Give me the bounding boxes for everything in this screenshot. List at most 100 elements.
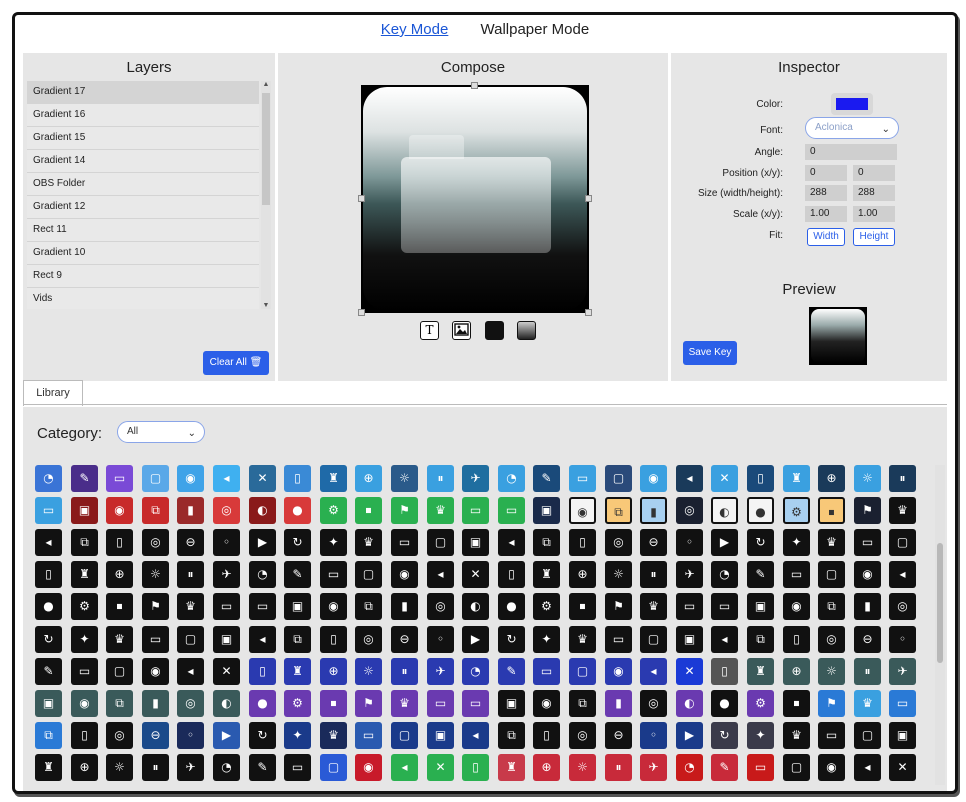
library-icon-tile[interactable]: ● xyxy=(284,497,311,524)
resize-handle[interactable] xyxy=(471,82,478,89)
library-icon-tile[interactable]: ✈ xyxy=(427,658,454,685)
library-icon-tile[interactable]: ▭ xyxy=(213,593,240,620)
size-width-input[interactable]: 288 xyxy=(805,185,847,201)
library-icon-tile[interactable]: ▢ xyxy=(391,722,418,749)
library-icon-tile[interactable]: ⧉ xyxy=(35,722,62,749)
library-icon-tile[interactable]: ♜ xyxy=(783,465,810,492)
library-icon-tile[interactable]: ⏸ xyxy=(427,465,454,492)
gradient-fill-tool-icon[interactable] xyxy=(517,321,537,340)
library-icon-tile[interactable]: ◂ xyxy=(711,626,738,653)
library-icon-tile[interactable]: ♛ xyxy=(854,690,881,717)
library-icon-tile[interactable]: ◎ xyxy=(640,690,667,717)
library-icon-tile[interactable]: ✈ xyxy=(676,561,703,588)
library-icon-tile[interactable]: ♛ xyxy=(106,626,133,653)
library-icon-tile[interactable]: ♛ xyxy=(391,690,418,717)
library-icon-tile[interactable]: ⊕ xyxy=(569,561,596,588)
solid-fill-tool-icon[interactable] xyxy=(484,321,504,340)
library-icon-tile[interactable]: ◐ xyxy=(462,593,489,620)
library-icon-tile[interactable]: ▯ xyxy=(498,561,525,588)
library-icon-tile[interactable]: ⚙ xyxy=(71,593,98,620)
library-icon-tile[interactable]: ♛ xyxy=(889,497,916,524)
library-icon-tile[interactable]: ▯ xyxy=(71,722,98,749)
library-icon-tile[interactable]: ◂ xyxy=(640,658,667,685)
library-icon-tile[interactable]: ▯ xyxy=(462,754,489,781)
library-icon-tile[interactable]: ◦ xyxy=(177,722,204,749)
library-icon-tile[interactable]: ▯ xyxy=(711,658,738,685)
library-icon-tile[interactable]: ▢ xyxy=(605,465,632,492)
library-icon-tile[interactable]: ▯ xyxy=(106,529,133,556)
library-icon-tile[interactable]: ☼ xyxy=(854,465,881,492)
library-icon-tile[interactable]: ▢ xyxy=(106,658,133,685)
library-icon-tile[interactable]: ✕ xyxy=(462,561,489,588)
library-icon-tile[interactable]: ✦ xyxy=(783,529,810,556)
library-icon-tile[interactable]: ▣ xyxy=(35,690,62,717)
library-icon-tile[interactable]: ● xyxy=(249,690,276,717)
library-icon-tile[interactable]: ▯ xyxy=(569,529,596,556)
layer-item[interactable]: Gradient 10 xyxy=(27,242,259,265)
library-icon-tile[interactable]: ▣ xyxy=(462,529,489,556)
category-select[interactable]: All ⌄ xyxy=(117,421,205,443)
library-icon-tile[interactable]: ⚑ xyxy=(355,690,382,717)
clear-all-button[interactable]: Clear All 🗑 xyxy=(203,351,269,375)
library-icon-tile[interactable]: ▢ xyxy=(783,754,810,781)
library-icon-tile[interactable]: ◎ xyxy=(676,497,703,524)
library-icon-tile[interactable]: ✎ xyxy=(35,658,62,685)
library-icon-tile[interactable]: ♛ xyxy=(320,722,347,749)
library-icon-tile[interactable]: ⊕ xyxy=(355,465,382,492)
scale-x-input[interactable]: 1.00 xyxy=(805,206,847,222)
library-icon-tile[interactable]: ▭ xyxy=(71,658,98,685)
library-icon-tile[interactable]: ◉ xyxy=(355,754,382,781)
library-icon-tile[interactable]: ▯ xyxy=(533,722,560,749)
library-icon-tile[interactable]: ✎ xyxy=(711,754,738,781)
library-icon-tile[interactable]: ⧉ xyxy=(747,626,774,653)
library-icon-tile[interactable]: ⧉ xyxy=(605,497,632,524)
color-picker[interactable] xyxy=(831,93,873,115)
library-icon-tile[interactable]: ◦ xyxy=(889,626,916,653)
library-icon-tile[interactable]: ◔ xyxy=(498,465,525,492)
library-icon-tile[interactable]: ▢ xyxy=(889,529,916,556)
library-icon-tile[interactable]: ◎ xyxy=(605,529,632,556)
library-icon-tile[interactable]: ✕ xyxy=(249,465,276,492)
library-icon-tile[interactable]: ♜ xyxy=(320,465,347,492)
library-icon-tile[interactable]: ⊖ xyxy=(177,529,204,556)
library-icon-tile[interactable]: ▶ xyxy=(249,529,276,556)
library-icon-tile[interactable]: ● xyxy=(35,593,62,620)
library-icon-tile[interactable]: ▭ xyxy=(711,593,738,620)
library-icon-tile[interactable]: ✦ xyxy=(320,529,347,556)
library-icon-tile[interactable]: ◎ xyxy=(569,722,596,749)
library-icon-tile[interactable]: ⊕ xyxy=(533,754,560,781)
library-icon-tile[interactable]: ⧉ xyxy=(71,529,98,556)
library-icon-tile[interactable]: ▣ xyxy=(284,593,311,620)
library-icon-tile[interactable]: ⏹ xyxy=(355,497,382,524)
library-icon-tile[interactable]: ⏸ xyxy=(391,658,418,685)
angle-input[interactable]: 0 xyxy=(805,144,897,160)
library-icon-tile[interactable]: ◉ xyxy=(783,593,810,620)
library-icon-tile[interactable]: ⏹ xyxy=(569,593,596,620)
layer-item[interactable]: Gradient 14 xyxy=(27,150,259,173)
library-icon-tile[interactable]: ◎ xyxy=(818,626,845,653)
library-icon-tile[interactable]: ◐ xyxy=(676,690,703,717)
library-icon-tile[interactable]: ▭ xyxy=(284,754,311,781)
library-scroll-thumb[interactable] xyxy=(937,543,943,663)
library-icon-tile[interactable]: ⊕ xyxy=(783,658,810,685)
library-icon-tile[interactable]: ◂ xyxy=(249,626,276,653)
library-icon-tile[interactable]: ◉ xyxy=(605,658,632,685)
library-icon-tile[interactable]: ◂ xyxy=(213,465,240,492)
library-icon-tile[interactable]: ▶ xyxy=(676,722,703,749)
library-icon-tile[interactable]: ✎ xyxy=(533,465,560,492)
library-icon-tile[interactable]: ▭ xyxy=(320,561,347,588)
library-icon-tile[interactable]: ◉ xyxy=(854,561,881,588)
library-icon-tile[interactable]: ▭ xyxy=(355,722,382,749)
library-icon-tile[interactable]: ▮ xyxy=(605,690,632,717)
library-icon-tile[interactable]: ◉ xyxy=(177,465,204,492)
library-icon-tile[interactable]: ⧉ xyxy=(142,497,169,524)
library-icon-tile[interactable]: ◔ xyxy=(711,561,738,588)
library-icon-tile[interactable]: ☼ xyxy=(391,465,418,492)
library-icon-tile[interactable]: ◉ xyxy=(533,690,560,717)
resize-handle[interactable] xyxy=(358,195,365,202)
library-icon-tile[interactable]: ◉ xyxy=(391,561,418,588)
library-icon-tile[interactable]: ▮ xyxy=(640,497,667,524)
library-icon-tile[interactable]: ◐ xyxy=(213,690,240,717)
library-icon-tile[interactable]: ◐ xyxy=(711,497,738,524)
library-icon-tile[interactable]: ▢ xyxy=(640,626,667,653)
